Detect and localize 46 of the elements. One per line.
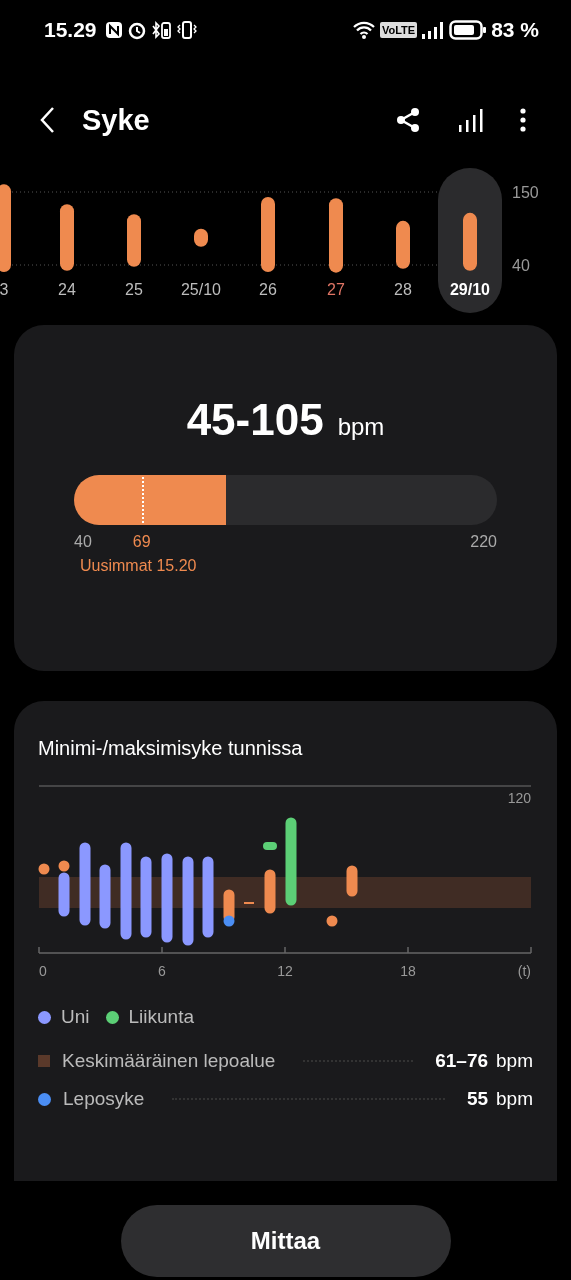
- bluetooth-battery-icon: [150, 20, 173, 40]
- day-label[interactable]: 28: [394, 281, 412, 298]
- day-label[interactable]: 24: [58, 281, 76, 298]
- latest-time: Uusimmat 15.20: [80, 557, 198, 575]
- unit-label: bpm: [496, 1050, 533, 1072]
- stat-value: 55: [466, 1088, 489, 1110]
- battery-percent: 83 %: [491, 18, 539, 42]
- day-label[interactable]: 25: [125, 281, 143, 298]
- day-label[interactable]: 3: [0, 281, 9, 298]
- network-badge: VoLTE: [379, 22, 418, 38]
- signal-icon: [421, 20, 446, 40]
- unit-label: bpm: [496, 1088, 533, 1110]
- axis-label: 12: [277, 963, 293, 979]
- day-label[interactable]: 29/10: [450, 281, 490, 298]
- axis-label: 6: [158, 963, 166, 979]
- wifi-icon: [351, 20, 376, 40]
- day-label[interactable]: 26: [259, 281, 277, 298]
- axis-label: 40: [512, 257, 530, 274]
- gauge-max: 220: [470, 533, 497, 551]
- axis-label: (t): [517, 963, 531, 979]
- axis-label: 120: [507, 790, 531, 806]
- screen-title: Syke: [82, 103, 150, 137]
- card-title: Minimi-/maksimisyke tunnissa: [38, 737, 304, 760]
- alarm-icon: [126, 20, 147, 40]
- unit-label: bpm: [337, 413, 385, 441]
- vibrate-icon: [176, 20, 197, 40]
- heart-rate-range: 45-105: [186, 395, 324, 445]
- day-label[interactable]: 25/10: [181, 281, 221, 298]
- nfc-icon: [104, 21, 123, 39]
- more-icon[interactable]: [519, 107, 527, 133]
- legend-label: Liikunta: [128, 1006, 194, 1028]
- stat-value: 61–76: [435, 1050, 489, 1072]
- status-time: 15.29: [44, 18, 97, 42]
- stat-label: Keskimääräinen lepoalue: [62, 1050, 276, 1072]
- bar-chart-icon[interactable]: [457, 107, 483, 133]
- latest-value: 69: [132, 533, 151, 551]
- axis-label: 150: [512, 184, 539, 201]
- legend-label: Uni: [61, 1006, 90, 1028]
- day-label[interactable]: 27: [327, 281, 345, 298]
- axis-label: 18: [400, 963, 416, 979]
- measure-button[interactable]: Mittaa: [120, 1205, 451, 1277]
- battery-icon: [449, 19, 488, 41]
- stat-label: Leposyke: [63, 1088, 145, 1110]
- axis-label: 0: [39, 963, 47, 979]
- share-icon[interactable]: [395, 107, 421, 133]
- gauge-min: 40: [74, 533, 92, 551]
